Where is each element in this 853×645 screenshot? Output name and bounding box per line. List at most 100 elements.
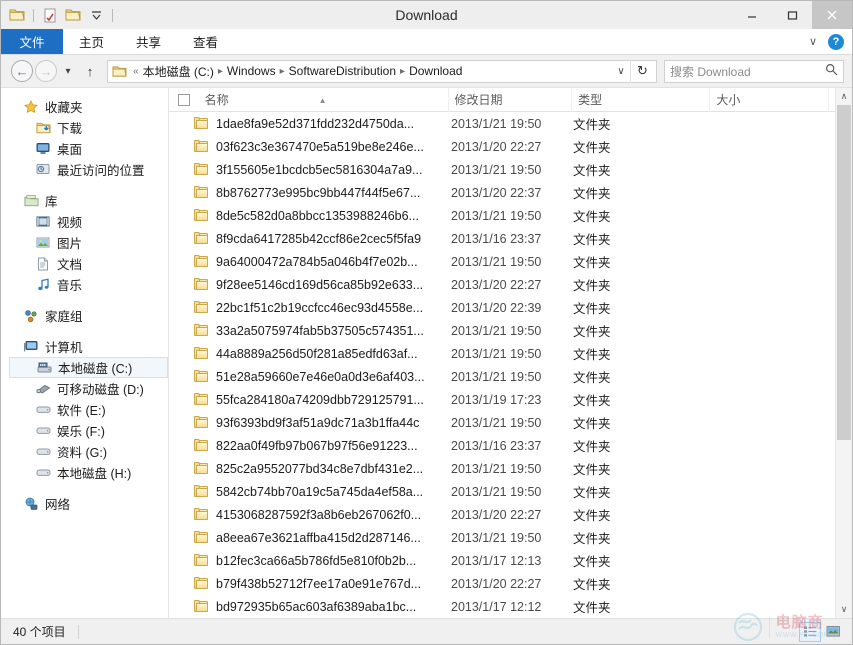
column-header-type[interactable]: 类型 (571, 87, 709, 112)
scrollbar-thumb[interactable] (837, 105, 851, 440)
vertical-scrollbar[interactable]: ∧ ∨ (835, 88, 852, 618)
file-name-cell[interactable]: 22bc1f51c2b19ccfcc46ec93d4558e... (169, 301, 451, 315)
table-row[interactable]: 55fca284180a74209dbb729125791... 2013/1/1… (169, 388, 835, 411)
file-name-cell[interactable]: 8f9cda6417285b42ccf86e2cec5f5fa9 (169, 232, 451, 246)
sidebar-item-downloads[interactable]: 下载 (1, 117, 168, 138)
sidebar-item-local-disk-c[interactable]: 本地磁盘 (C:) (9, 357, 168, 378)
table-row[interactable]: 8f9cda6417285b42ccf86e2cec5f5fa9 2013/1/1… (169, 227, 835, 250)
sidebar-item-drive-f[interactable]: 娱乐 (F:) (1, 420, 168, 441)
expand-ribbon-icon[interactable]: ∨ (808, 36, 818, 48)
search-input[interactable]: 搜索 Download (670, 63, 825, 80)
refresh-button[interactable]: ↻ (630, 59, 654, 83)
sidebar-item-desktop[interactable]: 桌面 (1, 138, 168, 159)
file-name-cell[interactable]: b12fec3ca66a5b786fd5e810f0b2b... (169, 554, 451, 568)
sidebar-item-local-disk-h[interactable]: 本地磁盘 (H:) (1, 462, 168, 483)
column-header-name[interactable]: 名称 ▲ (199, 88, 448, 112)
sidebar-item-libraries[interactable]: 库 (1, 190, 168, 211)
table-row[interactable]: 22bc1f51c2b19ccfcc46ec93d4558e... 2013/1/… (169, 296, 835, 319)
column-header-date[interactable]: 修改日期 (447, 87, 572, 112)
table-row[interactable]: bd972935b65ac603af6389aba1bc... 2013/1/17… (169, 595, 835, 618)
breadcrumb-item-download[interactable]: Download (408, 64, 463, 78)
file-name-cell[interactable]: 1dae8fa9e52d371fdd232d4750da... (169, 117, 451, 131)
qat-dropdown-icon[interactable] (86, 5, 106, 25)
table-row[interactable]: 44a8889a256d50f281a85edfd63af... 2013/1/2… (169, 342, 835, 365)
breadcrumb-dropdown-icon[interactable]: ∨ (612, 66, 630, 77)
sidebar-item-favorites[interactable]: 收藏夹 (1, 96, 168, 117)
breadcrumb-overflow-icon[interactable]: « (130, 66, 142, 77)
breadcrumb-item-softwaredistribution[interactable]: SoftwareDistribution (288, 64, 397, 78)
sidebar-item-documents[interactable]: 文档 (1, 253, 168, 274)
recent-locations-icon[interactable]: ▾ (59, 60, 77, 82)
sidebar-item-drive-e[interactable]: 软件 (E:) (1, 399, 168, 420)
file-name-cell[interactable]: bd972935b65ac603af6389aba1bc... (169, 600, 451, 614)
large-icons-view-icon[interactable] (822, 622, 844, 642)
file-rows[interactable]: 1dae8fa9e52d371fdd232d4750da... 2013/1/21… (169, 112, 835, 618)
sidebar-item-pictures[interactable]: 图片 (1, 232, 168, 253)
table-row[interactable]: 9f28ee5146cd169d56ca85b92e633... 2013/1/2… (169, 273, 835, 296)
file-name-cell[interactable]: 9f28ee5146cd169d56ca85b92e633... (169, 278, 451, 292)
sidebar-item-removable-disk-d[interactable]: 可移动磁盘 (D:) (1, 378, 168, 399)
search-box[interactable]: 搜索 Download (664, 59, 844, 83)
table-row[interactable]: 4153068287592f3a8b6eb267062f0... 2013/1/2… (169, 503, 835, 526)
scroll-down-button[interactable]: ∨ (836, 601, 852, 618)
file-name-cell[interactable]: 55fca284180a74209dbb729125791... (169, 393, 451, 407)
sidebar-item-homegroup[interactable]: 家庭组 (1, 305, 168, 326)
table-row[interactable]: 8b8762773e995bc9bb447f44f5e67... 2013/1/2… (169, 181, 835, 204)
back-button[interactable]: ← (11, 60, 33, 82)
table-row[interactable]: 8de5c582d0a8bbcc1353988246b6... 2013/1/21… (169, 204, 835, 227)
table-row[interactable]: 51e28a59660e7e46e0a0d3e6af403... 2013/1/2… (169, 365, 835, 388)
forward-button[interactable]: → (35, 60, 57, 82)
table-row[interactable]: 33a2a5075974fab5b37505c574351... 2013/1/2… (169, 319, 835, 342)
scrollbar-track[interactable] (836, 105, 852, 601)
breadcrumb-item-windows[interactable]: Windows (226, 64, 277, 78)
sidebar-item-drive-g[interactable]: 资料 (G:) (1, 441, 168, 462)
minimize-button[interactable] (732, 1, 772, 29)
close-button[interactable] (812, 1, 852, 29)
table-row[interactable]: 03f623c3e367470e5a519be8e246e... 2013/1/2… (169, 135, 835, 158)
file-name-cell[interactable]: 51e28a59660e7e46e0a0d3e6af403... (169, 370, 451, 384)
breadcrumb-item-drive[interactable]: 本地磁盘 (C:) (142, 63, 215, 80)
explorer-menu-folder-icon[interactable] (7, 5, 27, 25)
tab-view[interactable]: 查看 (177, 29, 234, 54)
sidebar-item-network[interactable]: 网络 (1, 493, 168, 514)
scroll-up-button[interactable]: ∧ (836, 88, 852, 105)
sidebar-item-recent-places[interactable]: 最近访问的位置 (1, 159, 168, 180)
new-folder-icon[interactable] (63, 5, 83, 25)
maximize-button[interactable] (772, 1, 812, 29)
table-row[interactable]: 822aa0f49fb97b067b97f56e91223... 2013/1/1… (169, 434, 835, 457)
table-row[interactable]: 93f6393bd9f3af51a9dc71a3b1ffa44c 2013/1/2… (169, 411, 835, 434)
breadcrumb-sep-1[interactable]: ▸ (215, 66, 226, 77)
breadcrumb-sep-3[interactable]: ▸ (397, 66, 408, 77)
table-row[interactable]: 5842cb74bb70a19c5a745da4ef58a... 2013/1/2… (169, 480, 835, 503)
search-icon[interactable] (825, 63, 838, 79)
tab-share[interactable]: 共享 (120, 29, 177, 54)
table-row[interactable]: 825c2a9552077bd34c8e7dbf431e2... 2013/1/2… (169, 457, 835, 480)
sidebar-item-computer[interactable]: 计算机 (1, 336, 168, 357)
table-row[interactable]: 3f155605e1bcdcb5ec5816304a7a9... 2013/1/2… (169, 158, 835, 181)
sidebar-item-music[interactable]: 音乐 (1, 274, 168, 295)
file-name-cell[interactable]: 3f155605e1bcdcb5ec5816304a7a9... (169, 163, 451, 177)
file-name-cell[interactable]: 825c2a9552077bd34c8e7dbf431e2... (169, 462, 451, 476)
sidebar-item-videos[interactable]: 视频 (1, 211, 168, 232)
file-name-cell[interactable]: 9a64000472a784b5a046b4f7e02b... (169, 255, 451, 269)
up-button[interactable]: ↑ (79, 60, 101, 82)
checkbox-box[interactable] (177, 93, 190, 106)
file-name-cell[interactable]: 44a8889a256d50f281a85edfd63af... (169, 347, 451, 361)
table-row[interactable]: a8eea67e3621affba415d2d287146... 2013/1/2… (169, 526, 835, 549)
details-view-icon[interactable] (799, 621, 821, 642)
file-name-cell[interactable]: a8eea67e3621affba415d2d287146... (169, 531, 451, 545)
help-icon[interactable]: ? (828, 33, 844, 50)
table-row[interactable]: b79f438b52712f7ee17a0e91e767d... 2013/1/2… (169, 572, 835, 595)
column-header-size[interactable]: 大小 (709, 87, 828, 112)
tab-home[interactable]: 主页 (63, 29, 120, 54)
table-row[interactable]: 9a64000472a784b5a046b4f7e02b... 2013/1/21… (169, 250, 835, 273)
file-name-cell[interactable]: 93f6393bd9f3af51a9dc71a3b1ffa44c (169, 416, 451, 430)
file-name-cell[interactable]: 33a2a5075974fab5b37505c574351... (169, 324, 451, 338)
file-name-cell[interactable]: b79f438b52712f7ee17a0e91e767d... (169, 577, 451, 591)
table-row[interactable]: b12fec3ca66a5b786fd5e810f0b2b... 2013/1/1… (169, 549, 835, 572)
properties-icon[interactable] (40, 5, 60, 25)
file-name-cell[interactable]: 8b8762773e995bc9bb447f44f5e67... (169, 186, 451, 200)
breadcrumb-bar[interactable]: « 本地磁盘 (C:) ▸ Windows ▸ SoftwareDistribu… (107, 59, 657, 83)
file-name-cell[interactable]: 822aa0f49fb97b067b97f56e91223... (169, 439, 451, 453)
breadcrumb-sep-2[interactable]: ▸ (277, 66, 288, 77)
